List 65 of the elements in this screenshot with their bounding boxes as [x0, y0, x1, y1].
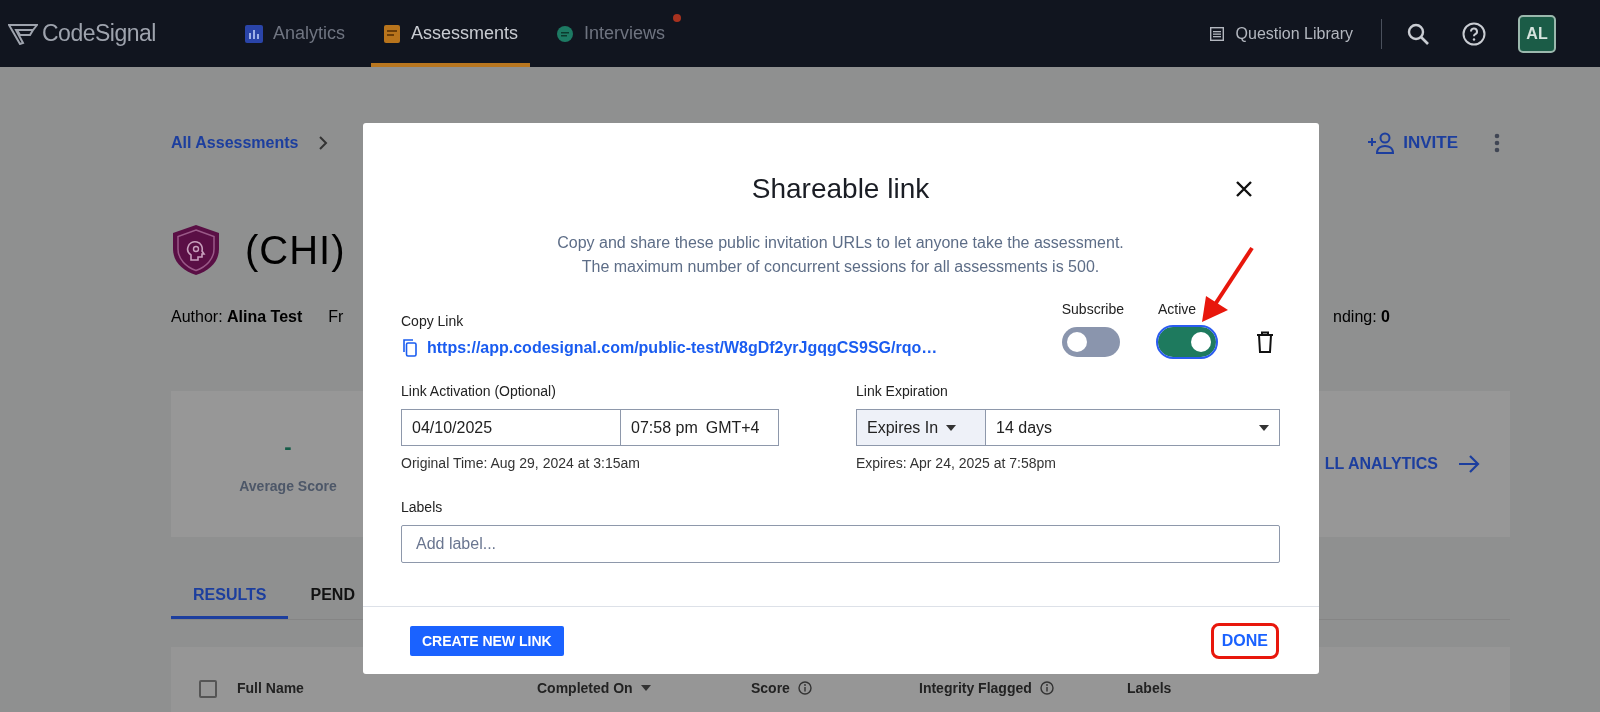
- done-button[interactable]: DONE: [1219, 627, 1270, 654]
- field-label: Labels: [401, 499, 444, 515]
- assessment-title: (CHI): [245, 227, 346, 273]
- field-label: Copy Link: [401, 313, 465, 329]
- stat-label: Average Score: [239, 478, 337, 494]
- dialog-description: Copy and share these public invitation URLs to let anyone take the assessment. The maximum number of concurrent sessions for all assessments is 500.: [556, 233, 1125, 277]
- toggle-switch[interactable]: [1158, 327, 1216, 357]
- pending-count-text: nding: 0: [1333, 308, 1390, 326]
- bar-chart-icon: [245, 24, 263, 43]
- question-library-link[interactable]: Question Library: [1209, 24, 1353, 43]
- page-tab[interactable]: PEND: [288, 576, 377, 619]
- caret-icon: [1259, 424, 1269, 431]
- meta-text: Fr: [328, 308, 344, 326]
- column-header: Labels: [1127, 680, 1172, 696]
- logo-text: CodeSignal: [42, 20, 156, 47]
- list-icon: [1209, 26, 1224, 41]
- time-value: 07:58 pm: [631, 418, 698, 437]
- helper-text: Expires: Apr 24, 2025 at 7:58pm: [856, 455, 1057, 471]
- column-header: Completed On: [537, 680, 633, 696]
- field-label: Link Activation (Optional): [401, 383, 557, 399]
- toggle-label: Subscribe: [1061, 301, 1124, 317]
- toggle-switch[interactable]: [1061, 327, 1120, 357]
- invite-button[interactable]: INVITE: [1367, 132, 1458, 154]
- time-field[interactable]: 07:58 pm GMT+4: [621, 409, 779, 446]
- nav-tab[interactable]: Interviews: [544, 0, 678, 67]
- stat-value: -: [284, 434, 292, 460]
- labels-input[interactable]: Add label...: [401, 525, 1280, 563]
- column-header: Full Name: [237, 680, 304, 696]
- search-icon[interactable]: [1406, 21, 1430, 46]
- info-icon: [797, 681, 812, 695]
- copy-icon[interactable]: [401, 339, 417, 357]
- help-icon[interactable]: [1462, 21, 1486, 46]
- nav-tab[interactable]: Assessments: [371, 0, 531, 67]
- column-header: Score: [751, 680, 790, 696]
- public-link[interactable]: https://app.codesignal.com/public-test/W8gDf2yrJgqgCS9SG/rqo…: [427, 339, 938, 357]
- timezone-text: GMT+4: [705, 418, 760, 437]
- nav-tab[interactable]: Analytics: [233, 0, 358, 67]
- expiry-mode-dropdown[interactable]: Expires In: [856, 409, 986, 446]
- helper-text: Original Time: Aug 29, 2024 at 3:15am: [401, 455, 641, 471]
- add-person-icon: [1367, 132, 1396, 154]
- close-icon[interactable]: [1234, 179, 1254, 199]
- shield-head-icon: [171, 224, 221, 276]
- column-header: Integrity Flagged: [919, 680, 1032, 696]
- create-link-button[interactable]: CREATE NEW LINK: [410, 625, 564, 656]
- date-field[interactable]: 04/10/2025: [401, 409, 621, 446]
- page-tab[interactable]: RESULTS: [171, 576, 289, 619]
- duration-dropdown[interactable]: 14 days: [986, 409, 1280, 446]
- logo-icon: [8, 22, 38, 45]
- arrow-right-icon: [1458, 454, 1480, 474]
- author-text: Author: Alina Test: [171, 308, 303, 326]
- toggle-label: Active: [1158, 301, 1198, 317]
- sort-caret-icon: [640, 685, 651, 691]
- document-icon: [383, 24, 402, 43]
- field-label: Link Expiration: [856, 383, 949, 399]
- select-all-checkbox[interactable]: [199, 680, 217, 698]
- info-icon: [1039, 681, 1054, 695]
- breadcrumb-link[interactable]: All Assessments: [171, 134, 299, 152]
- chat-icon: [556, 24, 575, 43]
- dialog-title: Shareable link: [751, 173, 930, 205]
- trash-icon[interactable]: [1256, 331, 1274, 353]
- more-icon[interactable]: [1494, 133, 1500, 153]
- analytics-link[interactable]: LL ANALYTICS: [1324, 454, 1480, 474]
- caret-icon: [946, 424, 957, 431]
- user-avatar[interactable]: AL: [1518, 14, 1556, 53]
- chevron-right-icon: [318, 136, 329, 150]
